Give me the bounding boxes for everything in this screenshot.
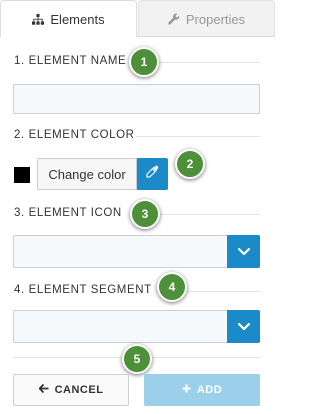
cancel-button[interactable]: CANCEL — [13, 374, 129, 406]
tab-bar: Elements Properties — [0, 0, 275, 37]
cancel-label: CANCEL — [54, 384, 104, 396]
element-color-label: 2. ELEMENT COLOR — [14, 129, 135, 141]
plus-icon — [182, 384, 191, 396]
element-name-input[interactable] — [13, 84, 260, 114]
step-badge-1: 1 — [129, 47, 159, 77]
eyedropper-icon — [146, 165, 159, 183]
wrench-icon — [168, 13, 180, 25]
tab-properties-label: Properties — [185, 11, 246, 27]
chevron-down-icon[interactable] — [227, 310, 260, 343]
tab-elements-label: Elements — [50, 11, 105, 27]
change-color-button[interactable]: Change color — [37, 158, 137, 190]
color-swatch — [14, 167, 30, 183]
color-picker-button[interactable] — [137, 158, 168, 190]
add-label: ADD — [196, 384, 223, 396]
element-icon-select[interactable] — [13, 235, 260, 268]
element-name-label: 1. ELEMENT NAME — [14, 55, 127, 67]
tab-properties[interactable]: Properties — [138, 0, 275, 37]
chevron-down-icon[interactable] — [227, 235, 260, 268]
arrow-left-icon — [38, 383, 49, 396]
tab-elements[interactable]: Elements — [0, 0, 137, 37]
element-icon-label: 3. ELEMENT ICON — [14, 207, 122, 219]
sitemap-icon — [32, 13, 45, 25]
add-button[interactable]: ADD — [144, 374, 260, 406]
tab-divider — [137, 36, 275, 37]
step-badge-3: 3 — [130, 199, 160, 229]
step-badge-2: 2 — [175, 149, 205, 179]
step-badge-5: 5 — [122, 344, 152, 374]
element-segment-select[interactable] — [13, 310, 260, 343]
section-divider — [136, 136, 260, 137]
section-divider — [152, 62, 260, 63]
element-segment-label: 4. ELEMENT SEGMENT — [14, 284, 152, 296]
step-badge-4: 4 — [157, 272, 187, 302]
